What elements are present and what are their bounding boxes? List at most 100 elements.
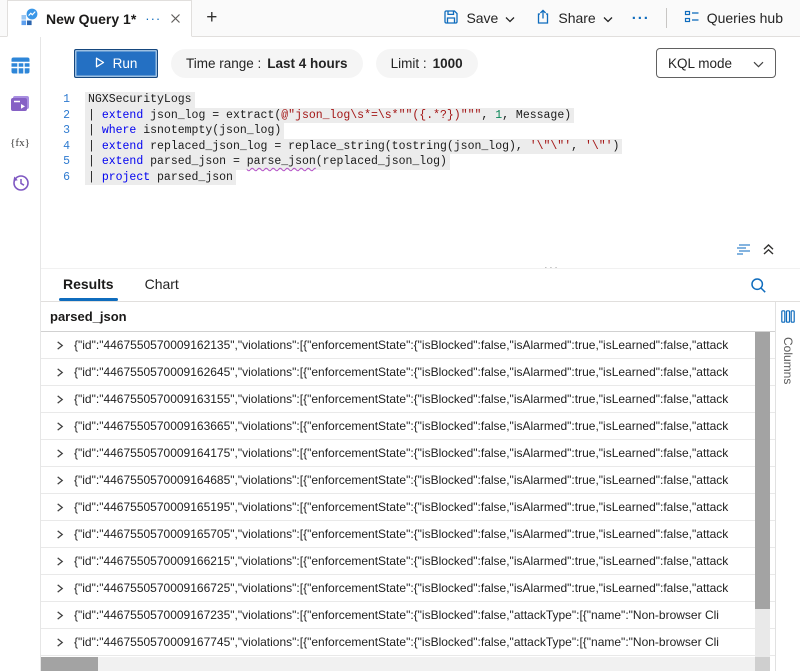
code-line[interactable]: 5| extend parsed_json = parse_json(repla…: [41, 154, 800, 170]
tab-close-icon[interactable]: [170, 13, 181, 24]
query-toolbar: Run Time range : Last 4 hours Limit : 10…: [41, 37, 800, 85]
format-query-icon[interactable]: [736, 243, 753, 256]
code-line[interactable]: 3| where isnotempty(json_log): [41, 123, 800, 139]
expand-row-chevron-icon[interactable]: [54, 367, 65, 378]
tab-more-icon[interactable]: ···: [143, 11, 163, 26]
table-row[interactable]: {"id":"4467550570009164175","violations"…: [41, 440, 775, 467]
collapse-pane-icon[interactable]: [762, 243, 775, 256]
row-json-value: {"id":"4467550570009163155","violations"…: [74, 392, 775, 406]
expand-row-chevron-icon[interactable]: [54, 448, 65, 459]
row-json-value: {"id":"4467550570009162645","violations"…: [74, 365, 775, 379]
query-mode-value: KQL mode: [668, 56, 732, 71]
results-grid: parsed_json {"id":"4467550570009162135",…: [41, 302, 775, 671]
code-text: | extend replaced_json_log = replace_str…: [85, 139, 622, 155]
views-icon[interactable]: [9, 93, 31, 115]
line-number: 3: [41, 123, 85, 139]
results-pane: Results Chart parsed_json {"id":"4467550…: [41, 268, 800, 671]
columns-side-panel[interactable]: Columns: [775, 302, 800, 671]
limit-label: Limit :: [391, 56, 427, 71]
expand-row-chevron-icon[interactable]: [54, 340, 65, 351]
line-number: 2: [41, 108, 85, 124]
table-row[interactable]: {"id":"4467550570009166725","violations"…: [41, 575, 775, 602]
expand-row-chevron-icon[interactable]: [54, 637, 65, 648]
more-commands-button[interactable]: ···: [624, 10, 658, 27]
tab-new-query[interactable]: New Query 1* ···: [7, 0, 192, 37]
row-json-value: {"id":"4467550570009165195","violations"…: [74, 500, 775, 514]
table-row[interactable]: {"id":"4467550570009165195","violations"…: [41, 494, 775, 521]
grid-rows: {"id":"4467550570009162135","violations"…: [41, 332, 775, 656]
expand-row-chevron-icon[interactable]: [54, 502, 65, 513]
expand-row-chevron-icon[interactable]: [54, 475, 65, 486]
horizontal-scrollbar-thumb[interactable]: [41, 657, 98, 671]
table-row[interactable]: {"id":"4467550570009165705","violations"…: [41, 521, 775, 548]
code-line[interactable]: 2| extend json_log = extract(@"json_log\…: [41, 108, 800, 124]
share-chevron-down-icon: [603, 10, 613, 26]
code-text: | project parsed_json: [85, 170, 236, 186]
functions-icon[interactable]: {fx}: [9, 132, 31, 154]
tab-chart[interactable]: Chart: [143, 270, 181, 301]
code-line[interactable]: 6| project parsed_json: [41, 170, 800, 186]
table-row[interactable]: {"id":"4467550570009162645","violations"…: [41, 359, 775, 386]
queries-hub-button[interactable]: Queries hub: [675, 4, 792, 33]
tab-bar: New Query 1* ··· + Save Share: [0, 0, 800, 37]
tables-icon[interactable]: [9, 54, 31, 76]
row-json-value: {"id":"4467550570009167745","violations"…: [74, 635, 775, 649]
tab-title: New Query 1*: [46, 11, 136, 27]
save-label: Save: [466, 10, 498, 26]
vertical-scrollbar-thumb[interactable]: [755, 332, 770, 609]
table-row[interactable]: {"id":"4467550570009162135","violations"…: [41, 332, 775, 359]
code-lines: 1NGXSecurityLogs2| extend json_log = ext…: [41, 92, 800, 185]
search-icon[interactable]: [750, 277, 767, 294]
time-range-value: Last 4 hours: [267, 56, 347, 71]
expand-row-chevron-icon[interactable]: [54, 583, 65, 594]
columns-panel-label: Columns: [781, 337, 795, 384]
command-bar: Save Share ··· Queries hub: [434, 0, 800, 36]
table-row[interactable]: {"id":"4467550570009164685","violations"…: [41, 467, 775, 494]
table-row[interactable]: {"id":"4467550570009163665","violations"…: [41, 413, 775, 440]
query-mode-select[interactable]: KQL mode: [656, 48, 776, 78]
line-number: 5: [41, 154, 85, 170]
query-editor[interactable]: 1NGXSecurityLogs2| extend json_log = ext…: [41, 85, 800, 185]
table-row[interactable]: {"id":"4467550570009166215","violations"…: [41, 548, 775, 575]
line-number: 4: [41, 139, 85, 155]
line-number: 1: [41, 92, 85, 108]
expand-row-chevron-icon[interactable]: [54, 394, 65, 405]
expand-row-chevron-icon[interactable]: [54, 610, 65, 621]
code-text: NGXSecurityLogs: [85, 92, 195, 108]
row-json-value: {"id":"4467550570009164175","violations"…: [74, 446, 775, 460]
app-window: New Query 1* ··· + Save Share: [0, 0, 800, 671]
code-text: | where isnotempty(json_log): [85, 123, 284, 139]
limit-picker[interactable]: Limit : 1000: [376, 49, 478, 78]
code-text: | extend json_log = extract(@"json_log\s…: [85, 108, 574, 124]
save-chevron-down-icon: [505, 10, 515, 26]
limit-value: 1000: [433, 56, 463, 71]
row-json-value: {"id":"4467550570009166725","violations"…: [74, 581, 775, 595]
left-rail: {fx}: [0, 37, 41, 671]
new-tab-button[interactable]: +: [192, 0, 231, 36]
time-range-picker[interactable]: Time range : Last 4 hours: [171, 49, 363, 78]
mode-chevron-down-icon: [753, 56, 764, 71]
code-line[interactable]: 4| extend replaced_json_log = replace_st…: [41, 139, 800, 155]
save-button[interactable]: Save: [434, 4, 524, 33]
horizontal-scrollbar[interactable]: [41, 657, 755, 671]
run-label: Run: [113, 56, 138, 71]
expand-row-chevron-icon[interactable]: [54, 529, 65, 540]
time-range-label: Time range :: [186, 56, 261, 71]
expand-row-chevron-icon[interactable]: [54, 556, 65, 567]
functions-fx-glyph: {fx}: [10, 137, 30, 149]
code-text: | extend parsed_json = parse_json(replac…: [85, 154, 450, 170]
results-tab-strip: Results Chart: [41, 269, 800, 302]
table-row[interactable]: {"id":"4467550570009167235","violations"…: [41, 602, 775, 629]
tab-results[interactable]: Results: [61, 270, 116, 301]
command-bar-divider: [666, 8, 667, 28]
table-row[interactable]: {"id":"4467550570009163155","violations"…: [41, 386, 775, 413]
line-number: 6: [41, 170, 85, 186]
vertical-scrollbar[interactable]: [755, 332, 770, 657]
expand-row-chevron-icon[interactable]: [54, 421, 65, 432]
share-button[interactable]: Share: [526, 4, 621, 33]
run-button[interactable]: Run: [74, 49, 158, 78]
column-header-parsed-json[interactable]: parsed_json: [41, 302, 775, 332]
code-line[interactable]: 1NGXSecurityLogs: [41, 92, 800, 108]
table-row[interactable]: {"id":"4467550570009167745","violations"…: [41, 629, 775, 656]
history-icon[interactable]: [9, 171, 31, 193]
